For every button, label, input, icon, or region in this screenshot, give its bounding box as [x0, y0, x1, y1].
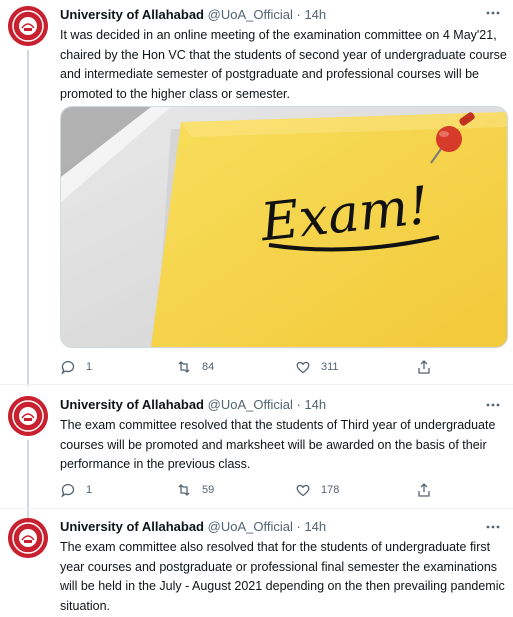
university-seal-icon	[8, 6, 48, 46]
tweet-3[interactable]: University of Allahabad @UoA_Official · …	[0, 510, 513, 617]
tweet-text: It was decided in an online meeting of t…	[60, 28, 507, 101]
exam-note-image: Exam!	[61, 107, 507, 347]
separator: ·	[296, 519, 301, 534]
handle[interactable]: @UoA_Official	[208, 519, 293, 534]
like-icon	[296, 484, 310, 497]
tweet-1[interactable]: University of Allahabad @UoA_Official · …	[0, 0, 513, 386]
divider	[0, 508, 513, 509]
avatar[interactable]	[8, 518, 48, 558]
like-icon	[296, 361, 310, 374]
timestamp[interactable]: 14h	[304, 397, 326, 412]
retweet-count: 59	[202, 484, 215, 496]
tweet-header: University of Allahabad @UoA_Official · …	[60, 518, 326, 535]
reply-icon	[61, 483, 75, 498]
share-button[interactable]	[416, 482, 432, 498]
like-count: 178	[321, 484, 340, 496]
tweet-image[interactable]: Exam!	[60, 106, 508, 348]
tweet-text: The exam committee resolved that the stu…	[60, 418, 496, 471]
retweet-count: 84	[202, 361, 215, 373]
retweet-button[interactable]: 59	[176, 482, 214, 498]
reply-button[interactable]: 1	[60, 359, 92, 375]
more-icon[interactable]	[481, 518, 505, 538]
timestamp[interactable]: 14h	[304, 519, 326, 534]
tweet-actions: 1 84 311	[60, 359, 500, 379]
avatar[interactable]	[8, 6, 48, 46]
tweet-text: The exam committee also resolved that fo…	[60, 540, 505, 613]
separator: ·	[296, 7, 301, 22]
tweet-header: University of Allahabad @UoA_Official · …	[60, 6, 326, 23]
thread-line	[27, 440, 29, 518]
like-button[interactable]: 178	[295, 482, 339, 498]
share-button[interactable]	[416, 359, 432, 375]
handle[interactable]: @UoA_Official	[208, 7, 293, 22]
retweet-button[interactable]: 84	[176, 359, 214, 375]
reply-button[interactable]: 1	[60, 482, 92, 498]
timestamp[interactable]: 14h	[304, 7, 326, 22]
like-count: 311	[321, 361, 339, 373]
university-seal-icon	[8, 396, 48, 436]
share-icon	[418, 483, 430, 497]
retweet-icon	[178, 484, 190, 496]
display-name[interactable]: University of Allahabad	[60, 397, 204, 412]
reply-count: 1	[86, 361, 93, 373]
avatar[interactable]	[8, 396, 48, 436]
retweet-icon	[178, 361, 190, 373]
tweet-header: University of Allahabad @UoA_Official · …	[60, 396, 326, 413]
tweet-actions: 1 59 178	[60, 482, 500, 502]
thread-line	[27, 50, 29, 386]
tweet-2[interactable]: University of Allahabad @UoA_Official · …	[0, 386, 513, 518]
like-button[interactable]: 311	[295, 359, 339, 375]
display-name[interactable]: University of Allahabad	[60, 7, 204, 22]
more-icon[interactable]	[481, 4, 505, 24]
reply-icon	[61, 360, 75, 375]
university-seal-icon	[8, 518, 48, 558]
divider	[0, 384, 513, 385]
reply-count: 1	[86, 484, 93, 496]
display-name[interactable]: University of Allahabad	[60, 519, 204, 534]
more-icon[interactable]	[481, 396, 505, 416]
separator: ·	[296, 397, 301, 412]
share-icon	[418, 360, 430, 374]
handle[interactable]: @UoA_Official	[208, 397, 293, 412]
